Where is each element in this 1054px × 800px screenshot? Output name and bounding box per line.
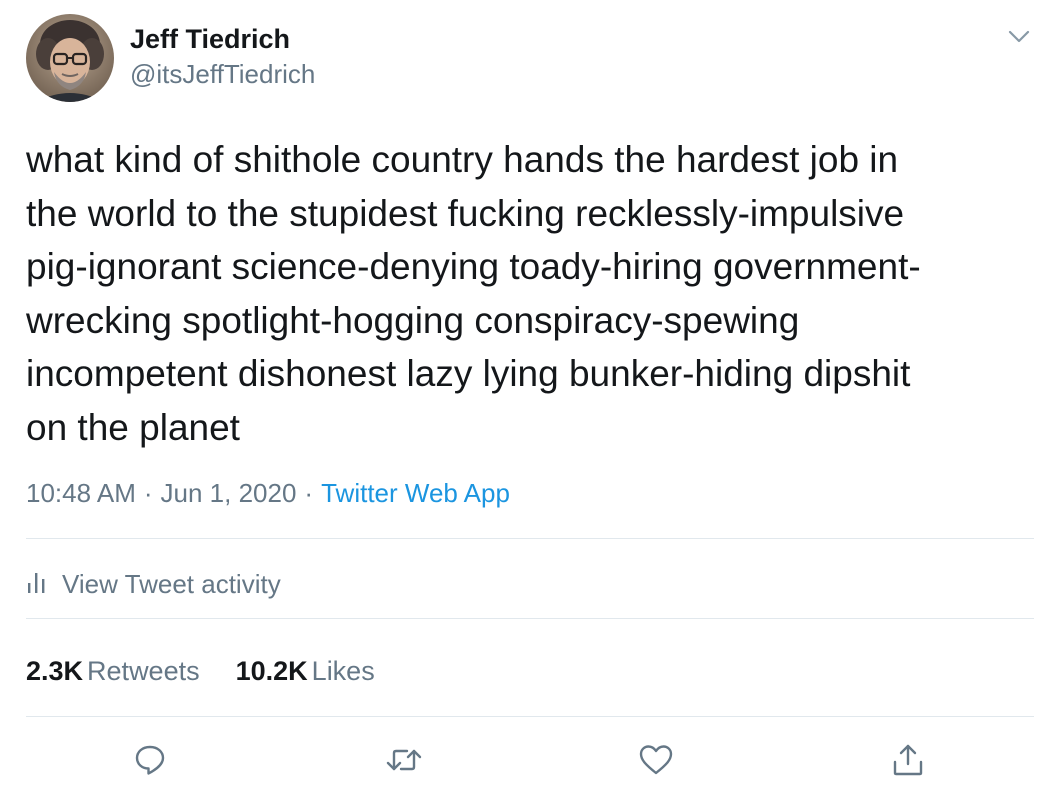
retweets-label: Retweets [87, 656, 200, 686]
tweet-text-line: incompetent dishonest lazy lying bunker-… [26, 353, 911, 394]
retweet-arrows-icon [385, 743, 423, 782]
likes-label: Likes [311, 656, 375, 686]
reply-button[interactable] [128, 740, 172, 784]
tweet-meta: 10:48 AM · Jun 1, 2020 · Twitter Web App [26, 478, 510, 509]
tweet-text-line: on the planet [26, 406, 240, 448]
divider [26, 538, 1034, 539]
likes-stat[interactable]: 10.2K Likes [236, 656, 375, 687]
tweet-stats: 2.3K Retweets 10.2K Likes [26, 656, 375, 687]
chevron-down-icon[interactable] [1004, 24, 1034, 48]
display-name[interactable]: Jeff Tiedrich [130, 24, 290, 55]
view-tweet-activity-link[interactable]: View Tweet activity [26, 566, 281, 602]
bar-chart-icon [26, 569, 48, 600]
tweet-source-link[interactable]: Twitter Web App [321, 478, 510, 508]
heart-icon [638, 743, 674, 782]
like-button[interactable] [634, 740, 678, 784]
avatar-photo [26, 14, 114, 102]
user-handle[interactable]: @itsJeffTiedrich [130, 59, 315, 90]
share-button[interactable] [886, 740, 930, 784]
tweet-date[interactable]: Jun 1, 2020 [161, 478, 297, 508]
retweet-button[interactable] [382, 740, 426, 784]
tweet-time[interactable]: 10:48 AM [26, 478, 136, 508]
tweet-text: what kind of shithole country hands the … [26, 133, 1036, 454]
divider [26, 618, 1034, 619]
meta-separator: · [143, 478, 153, 508]
share-upload-icon [891, 742, 925, 783]
meta-separator: · [304, 478, 314, 508]
speech-bubble-icon [133, 743, 167, 782]
avatar[interactable] [26, 14, 114, 102]
divider [26, 716, 1034, 717]
tweet-card: Jeff Tiedrich @itsJeffTiedrich what kind… [0, 0, 1054, 800]
retweets-count: 2.3K [26, 656, 84, 686]
tweet-text-line: pig-ignorant science-denying toady-hirin… [26, 246, 921, 287]
likes-count: 10.2K [235, 656, 308, 686]
view-tweet-activity-label: View Tweet activity [62, 568, 281, 599]
tweet-text-line: what kind of shithole country hands the … [26, 139, 899, 180]
tweet-text-line: the world to the stupidest fucking reckl… [26, 192, 905, 234]
tweet-text-line: wrecking spotlight-hogging conspiracy-sp… [26, 299, 800, 341]
retweets-stat[interactable]: 2.3K Retweets [26, 656, 200, 687]
